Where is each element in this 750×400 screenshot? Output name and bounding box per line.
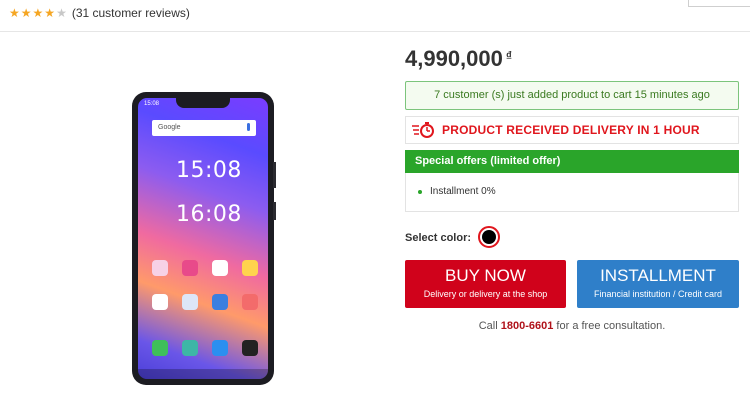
star-icon: ★ xyxy=(20,6,32,20)
app-icon xyxy=(182,260,198,276)
special-offers-title: Special offers (limited offer) xyxy=(405,150,739,173)
price-value: 4,990,000 xyxy=(405,46,503,71)
buy-now-title: BUY NOW xyxy=(445,266,526,285)
play-store-icon xyxy=(152,294,168,310)
star-icon: ★ xyxy=(44,6,56,20)
google-label: Google xyxy=(158,124,181,131)
app-icon xyxy=(152,260,168,276)
rating-row[interactable]: ★ ★ ★ ★ ★ (31 customer reviews) xyxy=(9,6,190,20)
installment-title: INSTALLMENT xyxy=(600,266,716,285)
consultation-line: Call 1800-6601 for a free consultation. xyxy=(405,320,739,332)
select-color-label: Select color: xyxy=(405,232,472,244)
volume-button xyxy=(273,162,276,188)
camera-app-icon xyxy=(242,340,258,356)
delivery-text: PRODUCT RECEIVED DELIVERY IN 1 HOUR xyxy=(442,123,700,137)
header-corner-box xyxy=(688,0,750,7)
phone-notch xyxy=(176,98,230,108)
clock-primary: 15:08 xyxy=(176,158,242,183)
status-time: 15:08 xyxy=(144,101,160,107)
consult-prefix: Call xyxy=(478,320,498,332)
phone-screen: 15:08 Google 15:08 16:08 xyxy=(138,98,268,379)
mic-icon xyxy=(247,123,250,131)
reviews-link[interactable]: (31 customer reviews) xyxy=(72,6,190,20)
consult-suffix: for a free consultation. xyxy=(556,320,666,332)
offer-item-label: Installment 0% xyxy=(430,186,496,197)
special-offers-list: Installment 0% xyxy=(405,173,739,212)
app-icon xyxy=(242,294,258,310)
clock-secondary: 16:08 xyxy=(176,202,242,227)
app-icon xyxy=(182,294,198,310)
fast-delivery-icon xyxy=(412,122,436,138)
product-image[interactable]: 15:08 Google 15:08 16:08 xyxy=(132,92,276,385)
messages-app-icon xyxy=(182,340,198,356)
installment-button[interactable]: INSTALLMENT Financial institution / Cred… xyxy=(577,260,739,308)
hotline-link[interactable]: 1800-6601 xyxy=(501,320,554,332)
star-empty-icon: ★ xyxy=(56,6,67,20)
product-price: 4,990,000 ₫ xyxy=(405,46,512,72)
phone-app-icon xyxy=(152,340,168,356)
delivery-banner: PRODUCT RECEIVED DELIVERY IN 1 HOUR xyxy=(405,116,739,144)
color-swatch-black[interactable] xyxy=(478,226,500,248)
browser-app-icon xyxy=(212,340,228,356)
cart-activity-notice: 7 customer (s) just added product to car… xyxy=(405,81,739,110)
offer-item: Installment 0% xyxy=(418,186,496,197)
bullet-icon xyxy=(418,189,422,194)
buy-now-button[interactable]: BUY NOW Delivery or delivery at the shop xyxy=(405,260,566,308)
power-button xyxy=(273,202,276,220)
star-icon: ★ xyxy=(9,6,20,20)
nav-bar xyxy=(138,369,268,379)
app-icon xyxy=(242,260,258,276)
calendar-app-icon xyxy=(212,260,228,276)
installment-subtitle: Financial institution / Credit card xyxy=(593,289,723,299)
app-icon xyxy=(212,294,228,310)
google-search-bar: Google xyxy=(152,120,256,136)
star-icon: ★ xyxy=(32,6,44,20)
currency-symbol: ₫ xyxy=(505,49,513,63)
buy-now-subtitle: Delivery or delivery at the shop xyxy=(423,289,548,299)
